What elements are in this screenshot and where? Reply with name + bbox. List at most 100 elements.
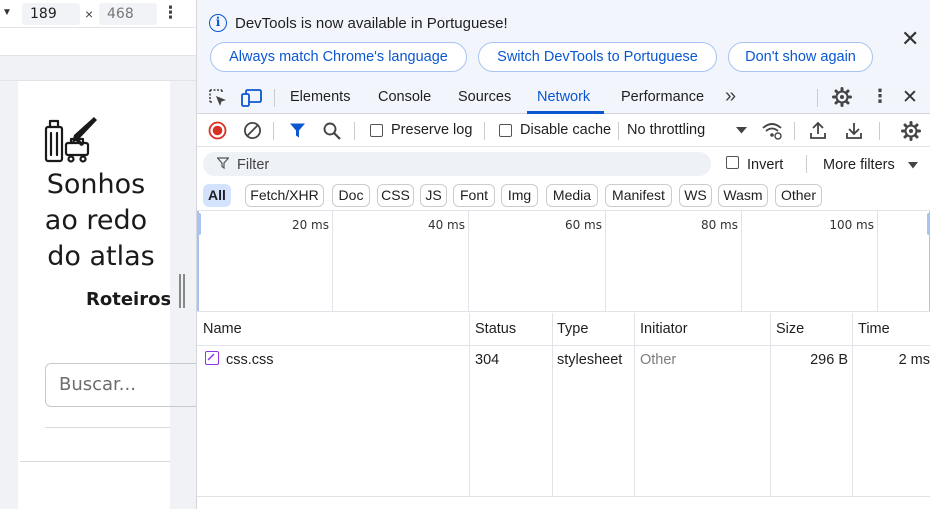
network-conditions-icon[interactable]: [761, 120, 783, 140]
column-header-time[interactable]: Time: [858, 321, 890, 337]
network-settings-gear-icon[interactable]: [901, 121, 921, 141]
type-filter-media[interactable]: Media: [546, 184, 598, 207]
type-filter-css[interactable]: CSS: [377, 184, 414, 207]
filter-input-icon: [217, 157, 229, 169]
column-header-type[interactable]: Type: [557, 321, 588, 337]
dont-show-again-button[interactable]: Don't show again: [728, 42, 873, 72]
devtools-more-options-icon[interactable]: ⋮: [871, 86, 889, 107]
network-filter-bar: Filter Invert More filters: [197, 147, 930, 180]
clear-log-icon[interactable]: [243, 121, 262, 140]
overview-tick-line: [468, 211, 469, 311]
type-filter-all[interactable]: All: [203, 184, 231, 207]
page-title-line-3: do atlas: [47, 241, 155, 272]
infobar-close-icon[interactable]: ✕: [901, 26, 919, 52]
page-divider: [45, 427, 170, 428]
type-filter-other[interactable]: Other: [775, 184, 822, 207]
overview-tick-line: [741, 211, 742, 311]
column-header-size[interactable]: Size: [776, 321, 804, 337]
disable-cache-checkbox[interactable]: [499, 124, 512, 137]
type-filter-font[interactable]: Font: [453, 184, 495, 207]
tab-performance[interactable]: Performance: [621, 89, 704, 105]
toolbar-divider: [817, 89, 818, 107]
toolbar-divider: [618, 122, 619, 140]
overview-tick-label: 60 ms: [564, 218, 602, 232]
more-tabs-chevron-icon[interactable]: »: [725, 85, 736, 108]
overview-tick-label: 40 ms: [427, 218, 465, 232]
type-filter-js[interactable]: JS: [420, 184, 447, 207]
request-type: stylesheet: [557, 352, 623, 368]
request-status: 304: [475, 352, 500, 368]
page-divider: [20, 461, 170, 462]
type-filter-img[interactable]: Img: [501, 184, 538, 207]
infobar-message: DevTools is now available in Portuguese!: [235, 15, 508, 32]
type-filter-doc[interactable]: Doc: [332, 184, 370, 207]
switch-to-portuguese-button[interactable]: Switch DevTools to Portuguese: [478, 42, 717, 72]
type-filter-manifest[interactable]: Manifest: [605, 184, 672, 207]
resource-type-filter-bar: All Fetch/XHR Doc CSS JS Font Img Media …: [197, 181, 930, 211]
overview-tick-label: 80 ms: [700, 218, 738, 232]
page-title-line-1: Sonhos: [46, 169, 146, 200]
filter-placeholder: Filter: [237, 157, 270, 173]
nav-link-roteiros[interactable]: Roteiros: [86, 289, 170, 310]
import-har-upload-icon[interactable]: [809, 120, 827, 140]
type-filter-fetch-xhr[interactable]: Fetch/XHR: [245, 184, 324, 207]
settings-gear-icon[interactable]: [832, 87, 852, 107]
toolbar-divider: [274, 89, 275, 107]
filter-input[interactable]: [203, 152, 711, 176]
device-toolbar: ▼ 189 × 468 ⋮: [0, 0, 196, 28]
preserve-log-checkbox[interactable]: [370, 124, 383, 137]
overview-tick-label: 100 ms: [829, 218, 874, 232]
stylesheet-file-icon: [205, 351, 219, 365]
toolbar-divider: [806, 155, 807, 173]
type-filter-ws[interactable]: WS: [679, 184, 712, 207]
record-stop-icon[interactable]: [208, 121, 227, 140]
device-more-options-icon[interactable]: ⋮: [162, 3, 179, 23]
request-size: 296 B: [810, 352, 848, 368]
more-filters-button[interactable]: More filters: [823, 157, 895, 173]
type-filter-wasm[interactable]: Wasm: [718, 184, 768, 207]
devtools-close-icon[interactable]: ✕: [902, 86, 918, 109]
network-toolbar: Preserve log Disable cache No throttling: [197, 114, 930, 147]
column-divider[interactable]: [634, 313, 635, 498]
device-toggle-icon[interactable]: [241, 88, 263, 108]
viewport-resize-handle[interactable]: [179, 274, 185, 308]
network-overview-timeline[interactable]: 20 ms 40 ms 60 ms 80 ms 100 ms: [197, 211, 930, 312]
viewport-height-input[interactable]: 468: [99, 3, 157, 25]
request-name[interactable]: css.css: [226, 352, 274, 368]
viewport-width-input[interactable]: 189: [22, 3, 80, 25]
column-divider[interactable]: [552, 313, 553, 498]
column-divider[interactable]: [469, 313, 470, 498]
column-header-status[interactable]: Status: [475, 321, 516, 337]
request-initiator: Other: [640, 352, 677, 368]
inspect-element-icon[interactable]: [208, 88, 228, 108]
table-row[interactable]: css.css 304 stylesheet Other 296 B 2 ms: [197, 346, 930, 372]
disable-cache-label: Disable cache: [520, 122, 612, 138]
always-match-language-button[interactable]: Always match Chrome's language: [210, 42, 467, 72]
page-search-input[interactable]: Buscar...: [45, 363, 196, 407]
column-divider[interactable]: [852, 313, 853, 498]
more-filters-dropdown-icon[interactable]: [908, 162, 918, 169]
tab-network[interactable]: Network: [537, 89, 590, 105]
tab-elements[interactable]: Elements: [290, 89, 350, 105]
toolbar-divider: [273, 122, 274, 140]
language-infobar: i DevTools is now available in Portugues…: [197, 0, 930, 81]
overview-range-start-handle[interactable]: [197, 213, 201, 235]
search-icon[interactable]: [323, 122, 341, 140]
column-divider[interactable]: [770, 313, 771, 498]
export-har-download-icon[interactable]: [845, 120, 863, 140]
viewport-ruler-strip: [0, 55, 196, 81]
tab-sources[interactable]: Sources: [458, 89, 511, 105]
column-header-name[interactable]: Name: [203, 321, 242, 337]
filter-funnel-icon[interactable]: [289, 122, 306, 139]
emulated-page: Sonhos ao redo do atlas Roteiros: [18, 81, 170, 509]
invert-checkbox[interactable]: [726, 156, 739, 169]
throttling-dropdown-icon[interactable]: [736, 127, 747, 134]
overview-tick-line: [877, 211, 878, 311]
toolbar-divider: [354, 122, 355, 140]
tab-console[interactable]: Console: [378, 89, 431, 105]
column-header-initiator[interactable]: Initiator: [640, 321, 688, 337]
devtools-tab-bar: Elements Console Sources Network Perform…: [197, 81, 930, 114]
device-dropdown-icon[interactable]: ▼: [2, 7, 12, 18]
page-title-line-2: ao redo: [44, 205, 148, 236]
throttling-select[interactable]: No throttling: [627, 122, 705, 138]
